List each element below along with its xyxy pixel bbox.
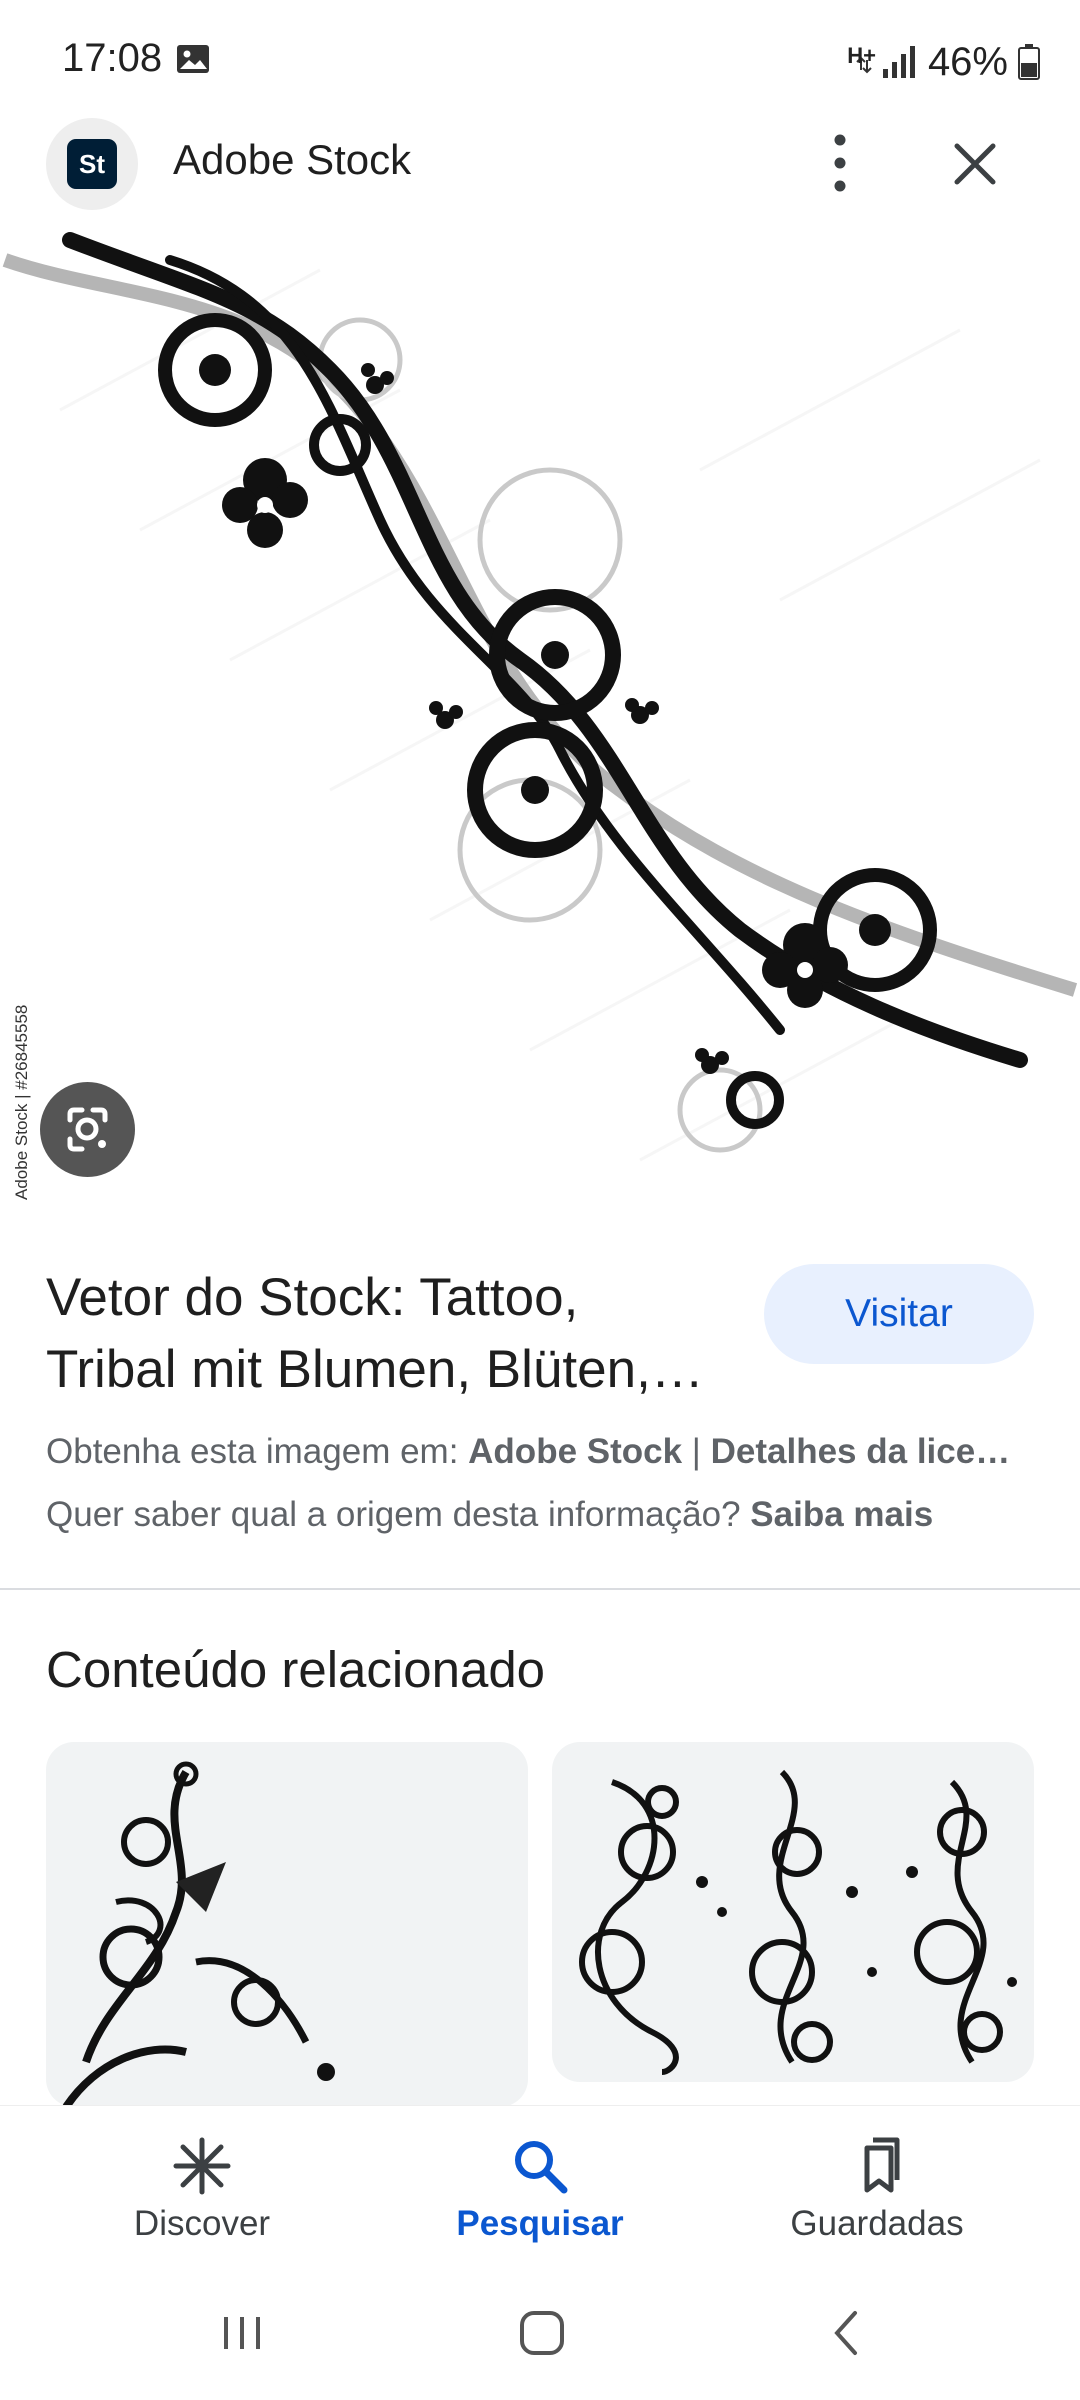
obtain-line: Obtenha esta imagem em: Adobe Stock | De…	[46, 1432, 1046, 1472]
result-title-line1: Vetor do Stock: Tattoo,	[46, 1268, 579, 1327]
status-right: H+ 46%	[847, 34, 1040, 90]
obtain-source-link[interactable]: Adobe Stock	[468, 1432, 682, 1471]
nav-discover[interactable]: Discover	[52, 2106, 352, 2266]
origin-line: Quer saber qual a origem desta informaçã…	[46, 1495, 1046, 1535]
source-header: St Adobe Stock	[0, 114, 1080, 212]
back-icon[interactable]	[817, 2303, 877, 2363]
related-image-floral-set	[579, 1769, 1017, 2075]
nav-saved[interactable]: Guardadas	[727, 2106, 1027, 2266]
battery-percent: 46%	[927, 39, 1008, 84]
bookmarks-icon	[864, 2137, 900, 2193]
more-vert-icon[interactable]	[815, 128, 865, 198]
result-title-line2: Tribal mit Blumen, Blüten,…	[46, 1340, 704, 1399]
logo-text: St	[67, 139, 117, 189]
related-card[interactable]	[552, 1742, 1034, 2082]
obtain-prefix: Obtenha esta imagem em:	[46, 1432, 469, 1471]
google-lens-icon	[67, 1107, 108, 1152]
recents-icon[interactable]	[212, 2303, 272, 2363]
system-nav	[0, 2265, 1080, 2400]
signal-icon	[882, 46, 915, 78]
close-icon[interactable]	[945, 134, 1005, 194]
nav-search[interactable]: Pesquisar	[390, 2106, 690, 2266]
result-title[interactable]: Vetor do Stock: Tattoo, Tribal mit Blume…	[46, 1262, 746, 1406]
source-title: Adobe Stock	[173, 136, 412, 183]
nav-search-label: Pesquisar	[456, 2204, 624, 2243]
obtain-separator: |	[682, 1432, 711, 1471]
asterisk-icon	[173, 2137, 231, 2195]
related-image-floral-swirl	[62, 1761, 335, 2107]
home-icon[interactable]	[512, 2303, 572, 2363]
adobe-stock-logo: St	[46, 118, 138, 210]
origin-prefix: Quer saber qual a origem desta informaçã…	[46, 1495, 751, 1534]
status-time: 17:08	[62, 36, 163, 80]
related-heading: Conteúdo relacionado	[46, 1641, 546, 1698]
license-details-link[interactable]: Detalhes da lice…	[711, 1432, 1011, 1471]
learn-more-link[interactable]: Saiba mais	[750, 1495, 933, 1534]
lens-button[interactable]	[40, 1082, 135, 1177]
related-grid	[46, 1742, 1036, 2107]
bottom-nav: Discover Pesquisar Guardadas	[0, 2105, 1080, 2265]
battery-icon	[1018, 44, 1040, 80]
search-icon	[515, 2141, 568, 2194]
visit-button[interactable]: Visitar	[764, 1264, 1034, 1364]
photo-notification-icon	[177, 45, 209, 73]
tribal-tattoo-image	[2, 232, 1078, 1162]
preview-image[interactable]	[0, 230, 1080, 1215]
divider	[0, 1588, 1080, 1590]
nav-discover-label: Discover	[133, 2204, 271, 2243]
related-card[interactable]	[46, 1742, 528, 2107]
nav-saved-label: Guardadas	[790, 2204, 964, 2243]
status-bar: 17:08 H+ 46%	[0, 0, 1080, 120]
network-type: H+	[847, 43, 876, 68]
image-credit: Adobe Stock | #26845558	[12, 1004, 31, 1200]
